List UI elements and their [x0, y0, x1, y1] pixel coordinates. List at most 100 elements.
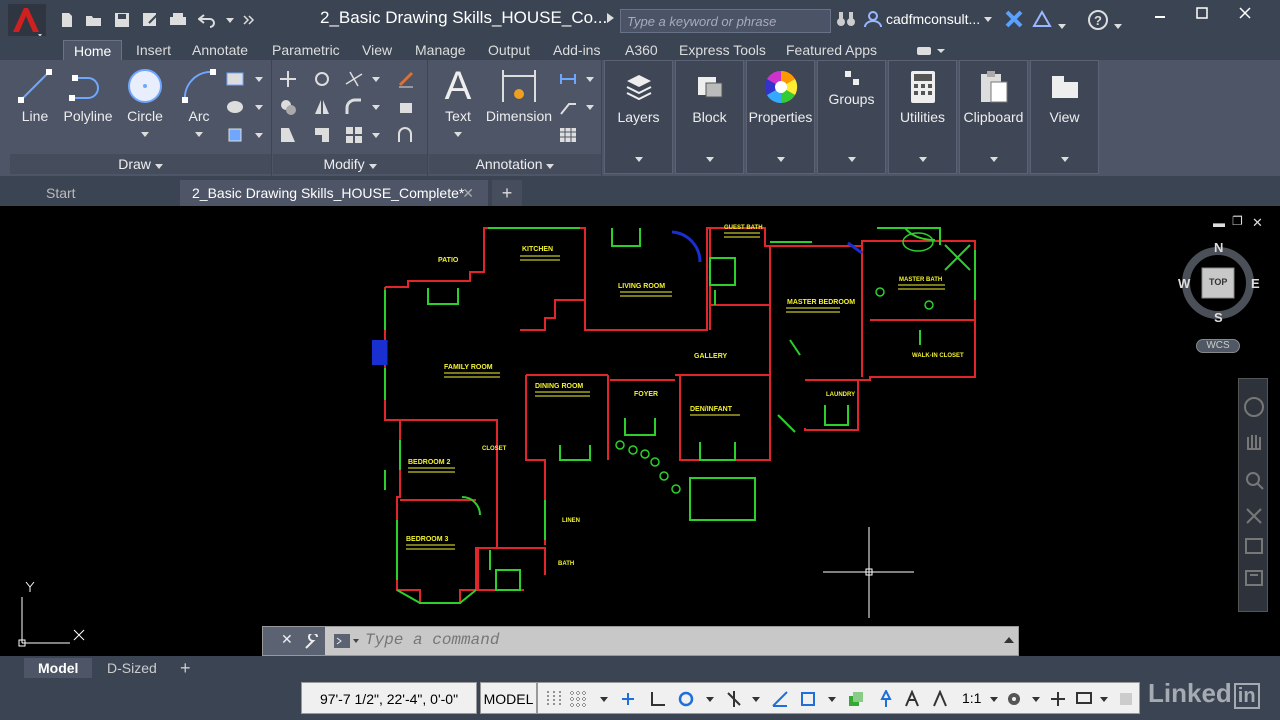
- drawing-canvas[interactable]: PATIO KITCHEN LIVING ROOM GUEST BATH MAS…: [10, 206, 1270, 656]
- units-icon[interactable]: [1074, 689, 1094, 709]
- wcs-menu[interactable]: WCS: [1196, 339, 1240, 353]
- viewcube-top-face[interactable]: TOP: [1209, 277, 1227, 287]
- binoculars-icon[interactable]: [836, 10, 856, 33]
- arc-dropdown-icon[interactable]: [195, 132, 203, 137]
- polar-tracking-icon[interactable]: [676, 689, 696, 709]
- annotation-panel-footer[interactable]: Annotation: [429, 154, 601, 174]
- navbar-menu-icon[interactable]: [1245, 570, 1263, 586]
- units-dropdown-icon[interactable]: [1094, 689, 1114, 709]
- polyline-tool[interactable]: Polyline: [58, 64, 118, 124]
- tab-annotate[interactable]: Annotate: [182, 40, 258, 60]
- view-panel[interactable]: View: [1030, 60, 1099, 174]
- tab-a360[interactable]: A360: [615, 40, 668, 60]
- annotation-scale-icon[interactable]: [930, 689, 950, 709]
- open-folder-icon[interactable]: [83, 10, 105, 30]
- text-dropdown-icon[interactable]: [454, 132, 462, 137]
- groups-panel[interactable]: Groups: [817, 60, 886, 174]
- annotation-monitor-icon[interactable]: [1048, 689, 1068, 709]
- workspace-dropdown-icon[interactable]: [1026, 689, 1046, 709]
- tab-output[interactable]: Output: [478, 40, 540, 60]
- compass-east[interactable]: E: [1251, 276, 1260, 291]
- scale-icon[interactable]: [311, 124, 333, 146]
- array-icon[interactable]: [343, 124, 365, 146]
- utilities-panel[interactable]: Utilities: [888, 60, 957, 174]
- mirror-icon[interactable]: [311, 96, 333, 118]
- plot-icon[interactable]: [167, 10, 189, 30]
- help-dropdown-icon[interactable]: [1114, 16, 1122, 34]
- linear-dimension-icon[interactable]: [557, 68, 579, 90]
- snap-icon[interactable]: [568, 689, 588, 709]
- infer-constraints-icon[interactable]: [618, 689, 638, 709]
- undo-icon[interactable]: [196, 10, 218, 30]
- snap-dropdown-icon[interactable]: [594, 689, 614, 709]
- command-input[interactable]: Type a command: [365, 631, 499, 649]
- fillet-dropdown-icon[interactable]: [365, 96, 387, 118]
- leader-icon[interactable]: [557, 96, 579, 118]
- command-history-icon[interactable]: [1004, 637, 1014, 643]
- compass-north[interactable]: N: [1214, 240, 1223, 255]
- help-icon[interactable]: ?: [1088, 10, 1108, 35]
- wrench-icon[interactable]: [303, 634, 319, 650]
- object-snap-icon[interactable]: [798, 689, 818, 709]
- ribbon-minimize-toggle[interactable]: [905, 42, 955, 62]
- coordinates-readout[interactable]: 97'-7 1/2", 22'-4", 0'-0": [301, 682, 477, 714]
- save-icon[interactable]: [111, 10, 133, 30]
- compass-west[interactable]: W: [1178, 276, 1190, 291]
- close-button[interactable]: [1225, 0, 1265, 26]
- linear-dimension-dropdown-icon[interactable]: [579, 68, 601, 90]
- workspace-gear-icon[interactable]: [1004, 689, 1024, 709]
- a360-dropdown-icon[interactable]: [1058, 16, 1066, 34]
- rectangle-dropdown-icon[interactable]: [248, 68, 270, 90]
- line-tool[interactable]: Line: [12, 64, 58, 124]
- new-tab-icon[interactable]: +: [492, 180, 522, 206]
- tab-addins[interactable]: Add-ins: [543, 40, 610, 60]
- properties-panel[interactable]: Properties: [746, 60, 815, 174]
- tab-insert[interactable]: Insert: [126, 40, 181, 60]
- search-expand-icon[interactable]: [607, 13, 614, 23]
- orbit-icon[interactable]: [1246, 508, 1262, 524]
- block-panel[interactable]: Block: [675, 60, 744, 174]
- exchange-apps-icon[interactable]: [1005, 10, 1023, 33]
- tab-parametric[interactable]: Parametric: [262, 40, 350, 60]
- ortho-icon[interactable]: [648, 689, 668, 709]
- command-prompt-icon[interactable]: [333, 633, 359, 654]
- save-as-icon[interactable]: [139, 10, 161, 30]
- leader-dropdown-icon[interactable]: [579, 96, 601, 118]
- trim-icon[interactable]: [343, 68, 365, 90]
- new-file-icon[interactable]: [56, 10, 78, 30]
- circle-tool[interactable]: Circle: [120, 64, 170, 140]
- steering-wheel-icon[interactable]: [1244, 397, 1264, 417]
- grid-icon[interactable]: [544, 689, 564, 709]
- table-icon[interactable]: [557, 124, 579, 146]
- model-space-button[interactable]: MODEL: [480, 682, 537, 714]
- scale-dropdown-icon[interactable]: [984, 689, 1004, 709]
- close-command-line-icon[interactable]: ✕: [281, 631, 293, 648]
- isolate-objects-icon[interactable]: [1116, 689, 1136, 709]
- arc-tool[interactable]: Arc: [176, 64, 222, 140]
- compass-south[interactable]: S: [1214, 310, 1223, 325]
- text-tool[interactable]: A Text: [433, 64, 483, 140]
- polar-dropdown-icon[interactable]: [700, 689, 720, 709]
- dimension-tool[interactable]: Dimension: [485, 64, 553, 124]
- tab-view[interactable]: View: [352, 40, 402, 60]
- draw-panel-footer[interactable]: Draw: [10, 154, 271, 174]
- close-tab-icon[interactable]: ✕: [462, 180, 474, 206]
- boundary-icon[interactable]: [224, 124, 246, 146]
- isodraft-dropdown-icon[interactable]: [746, 689, 766, 709]
- modify-panel-footer[interactable]: Modify: [273, 154, 427, 174]
- array-dropdown-icon[interactable]: [365, 124, 387, 146]
- rectangle-icon[interactable]: [224, 68, 246, 90]
- auto-scale-icon[interactable]: [902, 689, 922, 709]
- object-snap-tracking-icon[interactable]: [770, 689, 790, 709]
- erase-icon[interactable]: [395, 68, 417, 90]
- tab-model[interactable]: Model: [24, 658, 93, 678]
- viewport-restore-icon[interactable]: ❐: [1232, 214, 1243, 228]
- floor-plan[interactable]: PATIO KITCHEN LIVING ROOM GUEST BATH MAS…: [10, 206, 1270, 656]
- tab-start[interactable]: Start: [34, 180, 178, 206]
- annotation-scale-label[interactable]: 1:1: [962, 690, 981, 706]
- copy-icon[interactable]: [277, 96, 299, 118]
- tab-featured-apps[interactable]: Featured Apps: [776, 40, 887, 60]
- minimize-button[interactable]: [1140, 0, 1180, 26]
- a360-icon[interactable]: [1032, 9, 1052, 33]
- clipboard-panel[interactable]: Clipboard: [959, 60, 1028, 174]
